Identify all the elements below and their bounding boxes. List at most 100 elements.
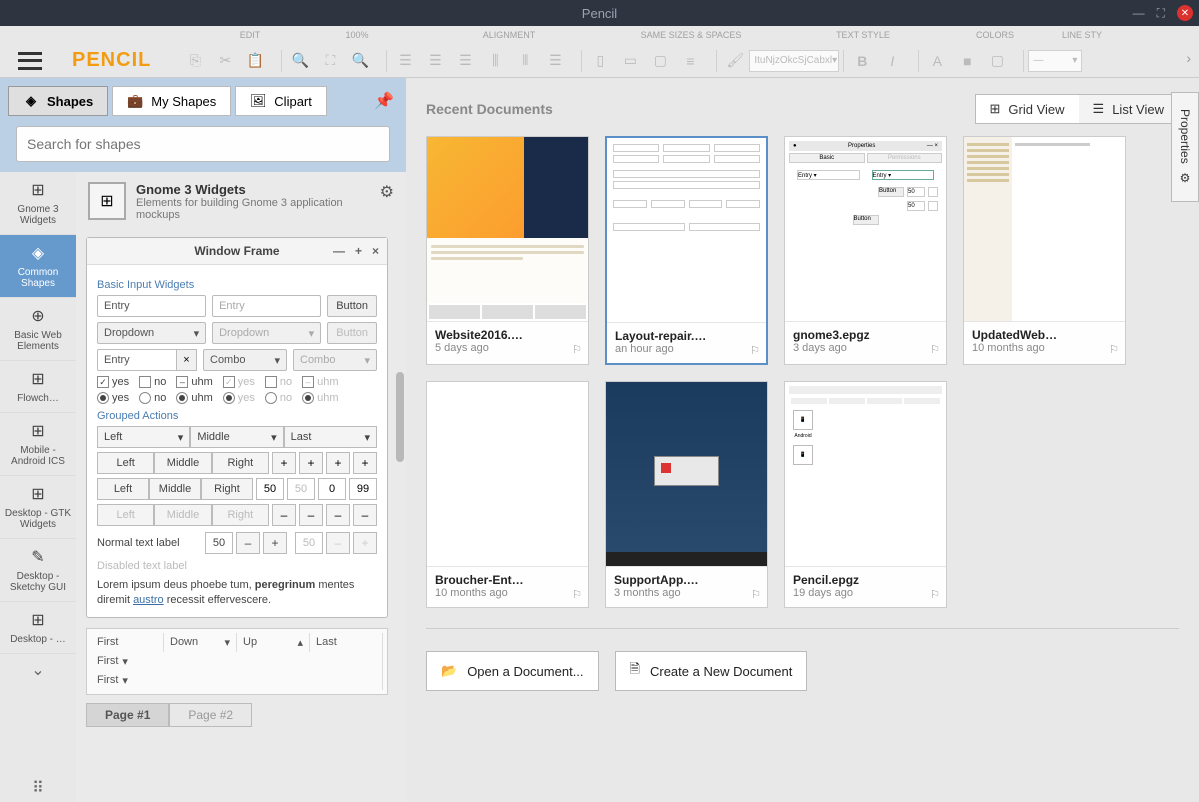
document-name: gnome3.epgz — [793, 328, 938, 342]
folder-open-icon: 📂 — [441, 663, 457, 679]
shape-preview-panel[interactable]: Window Frame — + × Basic Input Widgets E… — [86, 237, 388, 618]
page-tab-1: Page #1 — [86, 703, 169, 727]
category-sketchy[interactable]: ✎Desktop - Sketchy GUI — [0, 539, 76, 602]
pin-panel-icon[interactable]: 📌 — [370, 87, 398, 115]
open-document-button[interactable]: 📂 Open a Document... — [426, 651, 599, 691]
window-maximize-icon[interactable]: ⛶ — [1157, 6, 1165, 21]
border-color-icon[interactable]: ▢ — [983, 48, 1011, 74]
font-selector[interactable]: ItuNjzOkcSjCabxl▾ — [749, 50, 839, 72]
pin-icon[interactable]: ⚐ — [572, 343, 582, 356]
document-card[interactable]: Layout-repair.… an hour ago ⚐ — [605, 136, 768, 365]
line-style-selector[interactable]: —▾ — [1028, 50, 1082, 72]
toolbar-scroll-right-icon[interactable]: › — [1186, 50, 1191, 66]
same-size-icon[interactable]: ▢ — [646, 48, 674, 74]
pin-icon[interactable]: ⚐ — [751, 588, 761, 601]
pin-icon[interactable]: ⚐ — [930, 343, 940, 356]
section-basic-inputs: Basic Input Widgets — [97, 279, 377, 291]
toolbar-label-edit: EDIT — [200, 30, 300, 40]
category-grip-icon[interactable]: ⠿ — [28, 774, 48, 802]
grid-view-button[interactable]: ⊞Grid View — [976, 95, 1079, 123]
shapes-icon: ◈ — [23, 93, 39, 109]
properties-side-tab[interactable]: Properties ⚙ — [1171, 92, 1199, 202]
fill-color-icon[interactable]: ■ — [953, 48, 981, 74]
tab-my-shapes[interactable]: 💼 My Shapes — [112, 86, 231, 116]
document-card[interactable]: SupportApp.… 3 months ago ⚐ — [605, 381, 768, 608]
seg-right-2: Right — [212, 452, 269, 474]
category-expand-icon[interactable]: ⌄ — [25, 654, 50, 686]
document-card[interactable]: Website2016.… 5 days ago ⚐ — [426, 136, 589, 365]
document-thumbnail — [427, 137, 588, 322]
add-button: + — [272, 452, 296, 474]
search-input[interactable] — [16, 126, 390, 162]
align-right-icon[interactable]: ☰ — [451, 48, 479, 74]
category-android[interactable]: ⊞Mobile - Android ICS — [0, 413, 76, 476]
globe-icon: ⊕ — [31, 306, 44, 326]
zoom-in-icon[interactable]: 🔍 — [286, 48, 314, 74]
pin-icon[interactable]: ⚐ — [1109, 343, 1119, 356]
document-name: UpdatedWeb… — [972, 328, 1117, 342]
grid-icon: ⊞ — [31, 421, 44, 441]
document-time: 19 days ago — [793, 587, 938, 599]
format-painter-icon[interactable]: 🖌 — [721, 48, 749, 74]
align-left-icon[interactable]: ☰ — [391, 48, 419, 74]
align-bottom-icon[interactable]: ☰ — [541, 48, 569, 74]
window-close-icon[interactable]: ✕ — [1177, 5, 1193, 21]
collection-title: Gnome 3 Widgets — [136, 182, 370, 197]
text-color-icon[interactable]: A — [923, 48, 951, 74]
menu-button[interactable] — [18, 52, 42, 70]
window-title: Pencil — [582, 6, 617, 21]
paste-icon[interactable]: 📋 — [241, 48, 269, 74]
same-height-icon[interactable]: ▭ — [616, 48, 644, 74]
distribute-h-icon[interactable]: ⫼ — [481, 48, 509, 74]
tab-clipart[interactable]: 🖼 Clipart — [235, 86, 327, 116]
same-width-icon[interactable]: ▯ — [586, 48, 614, 74]
create-document-button[interactable]: 🗎 Create a New Document — [615, 651, 808, 691]
category-web-elements[interactable]: ⊕Basic Web Elements — [0, 298, 76, 361]
cut-icon[interactable]: ✂ — [211, 48, 239, 74]
tab-shapes[interactable]: ◈ Shapes — [8, 86, 108, 116]
space-h-icon[interactable]: ≡ — [676, 48, 704, 74]
seg-left-2: Left — [97, 452, 154, 474]
pin-icon[interactable]: ⚐ — [750, 344, 760, 357]
align-center-icon[interactable]: ☰ — [421, 48, 449, 74]
zoom-out-icon[interactable]: 🔍 — [346, 48, 374, 74]
category-gnome3[interactable]: ⊞Gnome 3 Widgets — [0, 172, 76, 235]
distribute-v-icon[interactable]: ⦀ — [511, 48, 539, 74]
category-gtk[interactable]: ⊞Desktop - GTK Widgets — [0, 476, 76, 539]
zoom-fit-icon[interactable]: ⛶ — [316, 48, 344, 74]
seg-middle-2: Middle — [154, 452, 211, 474]
scrollbar[interactable] — [396, 372, 404, 802]
italic-icon[interactable]: I — [878, 48, 906, 74]
window-maximize-icon: + — [355, 244, 362, 258]
window-minimize-icon[interactable]: — — [1133, 6, 1145, 20]
category-desktop[interactable]: ⊞Desktop - … — [0, 602, 76, 654]
documents-grid: Website2016.… 5 days ago ⚐ — [426, 136, 1179, 608]
category-common-shapes[interactable]: ◈Common Shapes — [0, 235, 76, 298]
tab-my-shapes-label: My Shapes — [151, 94, 216, 109]
collection-thumbnail: ⊞ — [88, 182, 126, 220]
gear-icon[interactable]: ⚙ — [380, 182, 394, 202]
document-card[interactable]: Broucher-Ent… 10 months ago ⚐ — [426, 381, 589, 608]
copy-icon[interactable]: ⎘ — [181, 48, 209, 74]
document-card[interactable]: UpdatedWeb… 10 months ago ⚐ — [963, 136, 1126, 365]
category-flowchart[interactable]: ⊞Flowch… — [0, 361, 76, 413]
category-list: ⊞Gnome 3 Widgets ◈Common Shapes ⊕Basic W… — [0, 172, 76, 802]
document-time: an hour ago — [615, 343, 758, 355]
toolbar-label-line: LINE STY — [1042, 30, 1122, 40]
font-name: ItuNjzOkcSjCabxl — [754, 55, 832, 66]
page-tab-2: Page #2 — [169, 703, 252, 727]
document-time: 10 months ago — [435, 587, 580, 599]
document-card[interactable]: ●Properties— × BasicPermissions Entry ▾E… — [784, 136, 947, 365]
seg-middle: Middle▾ — [190, 426, 283, 448]
document-time: 5 days ago — [435, 342, 580, 354]
properties-label: Properties — [1178, 109, 1192, 164]
document-card[interactable]: 📱Android📱 Pencil.epgz 19 days ago ⚐ — [784, 381, 947, 608]
list-view-button[interactable]: ☰List View — [1079, 95, 1178, 123]
table-widget-preview[interactable]: First Down ▾ Up ▴ Last First ▾ First ▾ — [86, 628, 388, 695]
bold-icon[interactable]: B — [848, 48, 876, 74]
page-tabs-preview[interactable]: Page #1 Page #2 — [86, 703, 388, 727]
document-time: 3 days ago — [793, 342, 938, 354]
pin-icon[interactable]: ⚐ — [572, 588, 582, 601]
grid-icon: ⊞ — [31, 610, 44, 630]
pin-icon[interactable]: ⚐ — [930, 588, 940, 601]
